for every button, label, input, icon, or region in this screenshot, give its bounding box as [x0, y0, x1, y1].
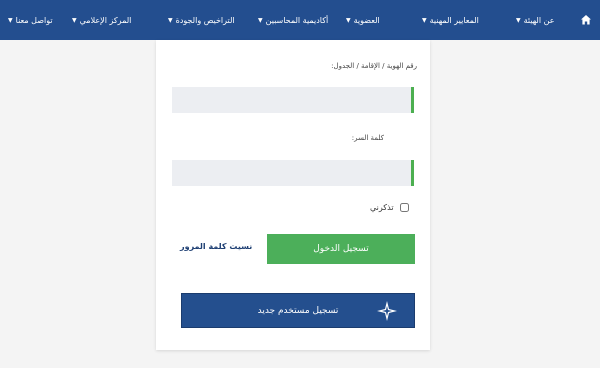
- nav-item-label: تواصل معنا: [15, 15, 53, 25]
- nav-item-label: عن الهيئة: [523, 15, 555, 25]
- nav-item-label: أكاديمية المحاسبين: [265, 15, 329, 25]
- login-button[interactable]: تسجيل الدخول: [267, 234, 415, 264]
- nav-item-label: التراخيص والجودة: [175, 15, 235, 25]
- nav-item-licenses[interactable]: التراخيص والجودة ▼: [168, 0, 235, 40]
- password-label: كلمة السر:: [351, 134, 384, 142]
- remember-me-checkbox[interactable]: [399, 202, 409, 212]
- remember-me-row: تذكرني: [370, 200, 409, 214]
- nav-item-standards[interactable]: المعايير المهنية ▼: [422, 0, 479, 40]
- nav-item-label: المركز الإعلامي: [79, 15, 132, 25]
- forgot-password-link[interactable]: نسيت كلمة المرور: [180, 242, 252, 251]
- id-number-input[interactable]: [172, 87, 414, 113]
- chevron-down-icon: ▼: [72, 16, 77, 24]
- top-navigation: تواصل معنا ▼ المركز الإعلامي ▼ التراخيص …: [0, 0, 600, 40]
- nav-item-label: العضوية: [353, 15, 380, 25]
- chevron-down-icon: ▼: [8, 16, 13, 24]
- password-input[interactable]: [172, 160, 414, 186]
- nav-item-label: المعايير المهنية: [429, 15, 479, 25]
- chevron-down-icon: ▼: [346, 16, 351, 24]
- chevron-down-icon: ▼: [258, 16, 263, 24]
- nav-item-membership[interactable]: العضوية ▼: [346, 0, 380, 40]
- nav-item-contact[interactable]: تواصل معنا ▼: [8, 0, 53, 40]
- chevron-down-icon: ▼: [516, 16, 521, 24]
- chevron-down-icon: ▼: [168, 16, 173, 24]
- sparkle-icon: [377, 301, 397, 321]
- nav-item-media-center[interactable]: المركز الإعلامي ▼: [72, 0, 131, 40]
- home-icon[interactable]: [580, 14, 592, 26]
- remember-me-label: تذكرني: [370, 202, 394, 212]
- register-button-label: تسجيل مستخدم جديد: [257, 305, 339, 316]
- id-number-label: رقم الهوية / الإقامة / الجدول:: [331, 62, 417, 70]
- nav-item-academy[interactable]: أكاديمية المحاسبين ▼: [258, 0, 328, 40]
- chevron-down-icon: ▼: [422, 16, 427, 24]
- nav-item-about[interactable]: عن الهيئة ▼: [516, 0, 555, 40]
